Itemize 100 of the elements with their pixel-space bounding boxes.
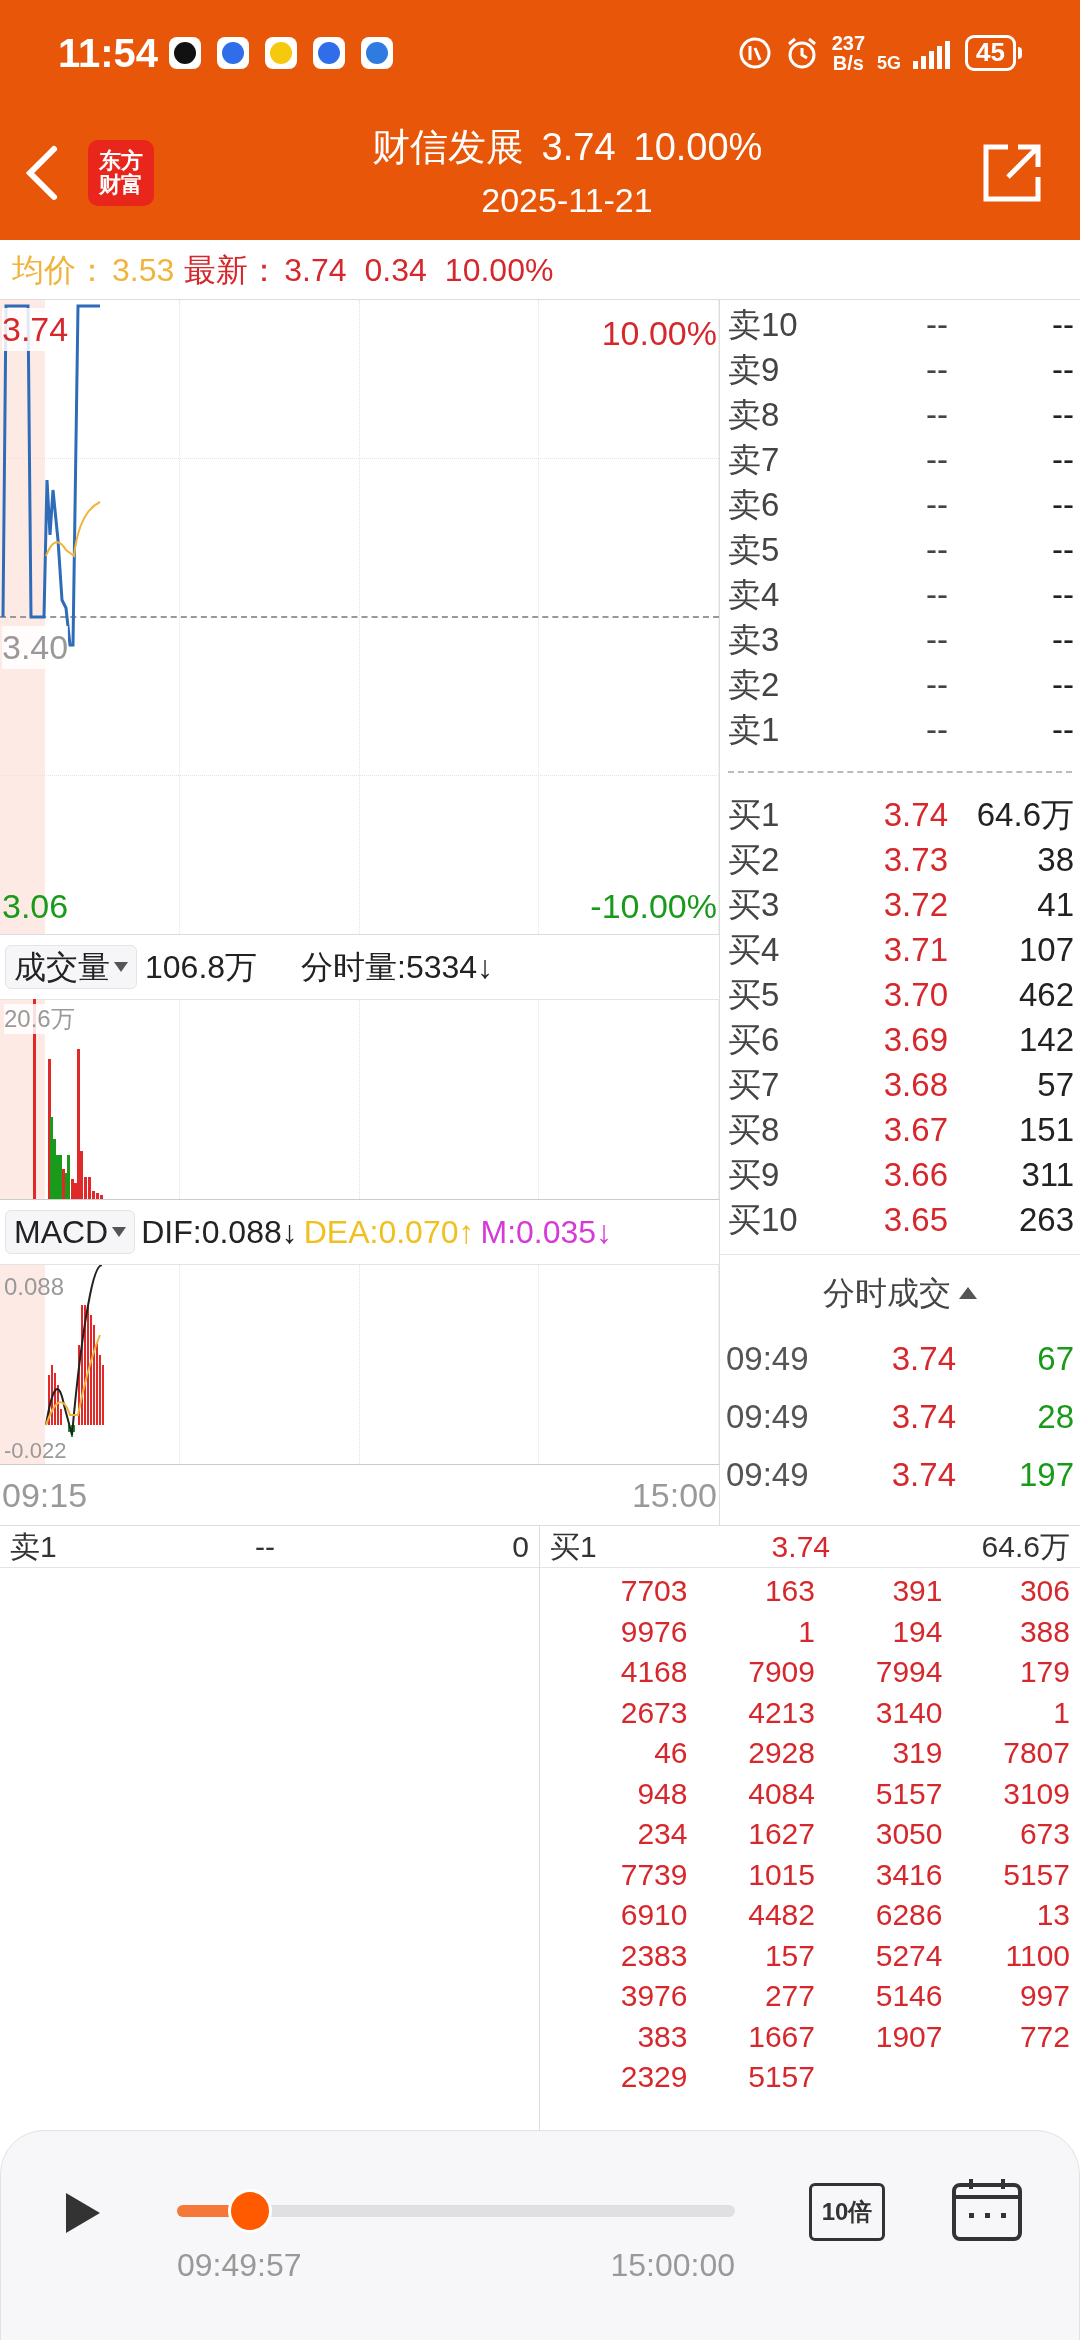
order-queue-volume: 1015 [747, 1856, 815, 1892]
order-queue-volume: 1 [1052, 1694, 1070, 1730]
order-level-label: 卖1 [728, 709, 781, 750]
order-queue-volume: 163 [763, 1573, 815, 1609]
order-price: -- [925, 349, 948, 390]
current-time: 09:49:57 [177, 2246, 302, 2285]
order-queue-volume: 13 [1035, 1897, 1070, 1933]
average-price: 3.53 [112, 250, 175, 290]
latest-price: 3.74 [284, 250, 347, 290]
caret-up-icon[interactable] [959, 1286, 977, 1299]
order-volume: 311 [1020, 1154, 1074, 1195]
order-price: -- [925, 439, 948, 480]
order-volume: 38 [1036, 839, 1074, 880]
order-level-label: 买10 [728, 1199, 799, 1240]
macd-axis-label: 0.088 [4, 1272, 65, 1302]
order-queue-volume: 306 [1018, 1573, 1070, 1609]
playback-slider[interactable] [177, 2189, 735, 2233]
order-level-label: 买9 [728, 1154, 781, 1195]
order-queue-volume: 1667 [747, 2018, 815, 2054]
order-queue-volume: 3416 [874, 1856, 943, 1892]
order-queue-volume: 7909 [747, 1654, 815, 1690]
order-queue-volume: 1100 [1004, 1937, 1070, 1973]
order-price: -- [925, 664, 948, 705]
order-price: 3.65 [882, 1199, 948, 1240]
order-price: 3.69 [882, 1019, 948, 1060]
order-queue-volume: 4482 [747, 1897, 815, 1933]
app-logo: 东方 财富 [88, 139, 154, 206]
average-price-line [45, 501, 101, 557]
order-volume: -- [1051, 484, 1074, 525]
network-speed: 237 [831, 32, 866, 53]
order-level-label: 卖9 [728, 349, 781, 390]
order-queue-volume: 2673 [619, 1694, 688, 1730]
quote-date: 2025-11-21 [481, 180, 653, 221]
price-axis-label: 3.06 [2, 886, 69, 927]
order-volume: 107 [1017, 929, 1074, 970]
ask-level-label: 卖1 [10, 1529, 58, 1565]
order-volume: -- [1051, 574, 1074, 615]
stock-name: 财信发展 [371, 124, 524, 170]
order-queue-volume: 194 [891, 1613, 943, 1649]
battery-indicator: 45 [965, 34, 1022, 71]
app-notification-icon [216, 35, 251, 70]
data-saver-icon [737, 35, 772, 70]
order-price: 3.67 [882, 1109, 948, 1150]
order-queue-volume: 7703 [619, 1573, 688, 1609]
order-level-label: 卖10 [728, 304, 799, 345]
order-queue-volume: 388 [1018, 1613, 1070, 1649]
order-price: -- [925, 574, 948, 615]
average-price-label: 均价： [12, 250, 108, 290]
app-notification-icon [360, 35, 395, 70]
order-level-label: 卖8 [728, 394, 781, 435]
order-queue-volume: 772 [1018, 2018, 1070, 2054]
order-price: 3.70 [882, 974, 948, 1015]
volume-axis-label: 20.6万 [4, 1004, 75, 1034]
network-type: 5G [877, 52, 902, 75]
order-price: -- [925, 619, 948, 660]
order-queue-volume: 5157 [1002, 1856, 1070, 1892]
order-volume: 41 [1036, 884, 1074, 925]
calendar-icon[interactable] [951, 2177, 1023, 2241]
order-queue-volume: 948 [636, 1775, 688, 1811]
percent-axis-label: 10.00% [601, 313, 717, 354]
order-volume: -- [1051, 664, 1074, 705]
stock-price: 3.74 [541, 124, 616, 170]
order-level-label: 买3 [728, 884, 781, 925]
order-queue-volume: 5157 [874, 1775, 943, 1811]
dea-value: DEA:0.070↑ [303, 1213, 475, 1252]
order-queue-volume: 5274 [874, 1937, 943, 1973]
order-volume: -- [1051, 439, 1074, 480]
order-queue-volume: 5157 [747, 2059, 815, 2095]
order-volume: -- [1051, 709, 1074, 750]
order-queue-volume: 179 [1018, 1654, 1070, 1690]
indicator-dropdown[interactable]: 成交量 [5, 945, 137, 989]
order-price: 3.68 [882, 1064, 948, 1105]
order-level-label: 买8 [728, 1109, 781, 1150]
price-axis-label: 3.40 [2, 626, 69, 669]
order-price: -- [925, 394, 948, 435]
order-volume: 142 [1017, 1019, 1074, 1060]
order-price: 3.74 [882, 794, 948, 835]
dif-value: DIF:0.088↓ [141, 1213, 298, 1252]
trade-volume: 67 [1036, 1339, 1074, 1380]
order-level-label: 买5 [728, 974, 781, 1015]
order-volume: 462 [1017, 974, 1074, 1015]
order-level-label: 卖7 [728, 439, 781, 480]
order-level-label: 卖6 [728, 484, 781, 525]
bid-level-label: 买1 [550, 1529, 598, 1565]
order-volume: 263 [1017, 1199, 1074, 1240]
order-queue-volume: 157 [763, 1937, 815, 1973]
order-queue-volume: 6910 [619, 1897, 688, 1933]
order-queue-volume: 234 [636, 1816, 688, 1852]
latest-price-label: 最新： [184, 250, 281, 290]
speed-button[interactable]: 10倍 [809, 2183, 885, 2241]
order-queue-volume: 7994 [874, 1654, 943, 1690]
network-speed-unit: B/s [832, 52, 864, 73]
indicator-dropdown[interactable]: MACD [5, 1210, 136, 1254]
order-queue-volume: 9976 [619, 1613, 688, 1649]
order-queue-volume: 1627 [747, 1816, 815, 1852]
order-queue-volume: 2928 [747, 1735, 815, 1771]
app-notification-icon [312, 35, 347, 70]
price-change: 0.34 [364, 250, 427, 290]
percent-axis-label: -10.00% [590, 886, 717, 927]
order-price: 3.73 [882, 839, 948, 880]
